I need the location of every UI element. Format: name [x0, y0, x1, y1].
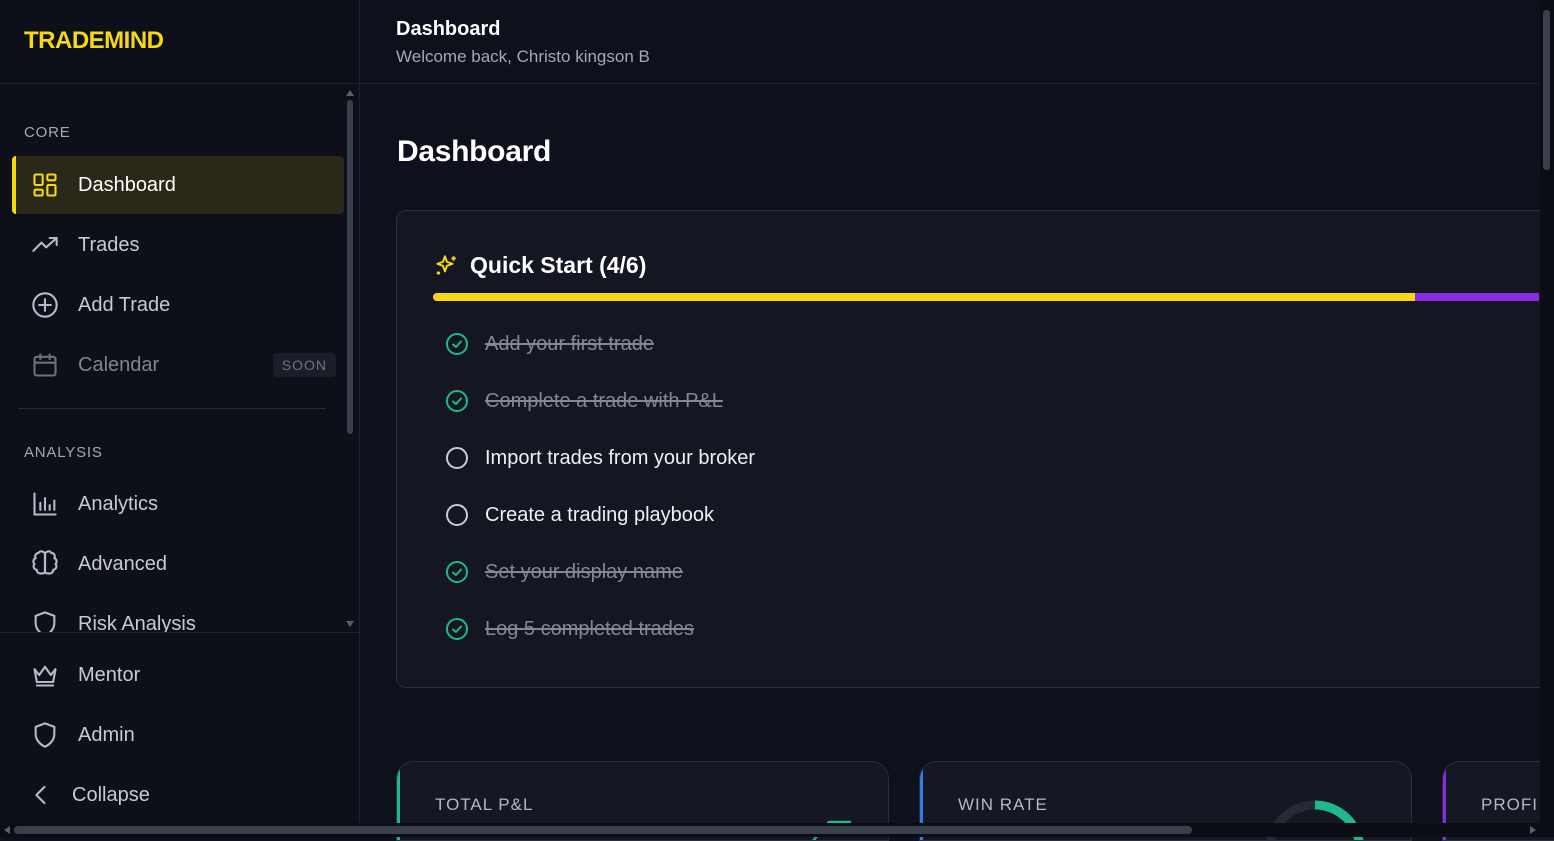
calendar-icon: [30, 350, 60, 380]
sidebar-item-trades[interactable]: Trades: [12, 216, 344, 274]
shield-icon: [30, 609, 60, 632]
header-title: Dashboard: [396, 18, 501, 40]
trending-up-icon: [30, 230, 60, 260]
sidebar-item-label: Advanced: [78, 552, 167, 575]
check-circle-icon[interactable]: [445, 332, 469, 356]
horizontal-scrollbar-thumb[interactable]: [14, 826, 1192, 834]
quick-start-task[interactable]: Create a trading playbook: [445, 503, 714, 527]
scroll-up-arrow-icon[interactable]: [346, 90, 354, 96]
crown-icon: [30, 660, 60, 690]
section-label-core: CORE: [24, 124, 71, 141]
quick-start-title: Quick Start (4/6): [470, 252, 647, 278]
quick-start-task[interactable]: Complete a trade with P&L: [445, 389, 723, 413]
plus-circle-icon: [30, 290, 60, 320]
sidebar-item-label: Admin: [78, 723, 135, 746]
divider: [0, 632, 359, 633]
sidebar-item-calendar[interactable]: Calendar SOON: [12, 336, 344, 394]
sidebar-item-add-trade[interactable]: Add Trade: [12, 276, 344, 334]
sidebar-item-label: Dashboard: [78, 173, 176, 196]
bar-chart-icon: [30, 489, 60, 519]
sidebar: TRADEMIND CORE Dashboard Trades Add Trad…: [0, 0, 360, 837]
collapse-button[interactable]: Collapse: [12, 766, 344, 824]
page-title: Dashboard: [397, 135, 551, 168]
main-vertical-scrollbar-thumb[interactable]: [1543, 10, 1550, 170]
brain-icon: [30, 549, 60, 579]
section-label-analysis: ANALYSIS: [24, 444, 103, 461]
sidebar-item-label: Risk Analysis: [78, 612, 196, 633]
layout-grid-icon: [30, 170, 60, 200]
sidebar-item-admin[interactable]: Admin: [12, 706, 344, 764]
quick-start-task[interactable]: Set your display name: [445, 560, 683, 584]
top-header: Dashboard Welcome back, Christo kingson …: [360, 0, 1540, 84]
chevron-left-icon: [26, 780, 56, 810]
circle-icon[interactable]: [445, 503, 469, 527]
scroll-down-arrow-icon[interactable]: [346, 621, 354, 627]
task-label: Import trades from your broker: [485, 446, 756, 469]
sidebar-item-analytics[interactable]: Analytics: [12, 475, 344, 533]
collapse-label: Collapse: [72, 783, 150, 806]
sidebar-item-label: Add Trade: [78, 293, 171, 316]
stat-label: TOTAL P&L: [435, 795, 534, 814]
check-circle-icon[interactable]: [445, 389, 469, 413]
quick-start-card: Quick Start (4/6) Add your first trade Co…: [396, 210, 1554, 688]
sidebar-scrollbar-thumb[interactable]: [347, 100, 353, 434]
task-label: Add your first trade: [485, 332, 654, 355]
sidebar-item-risk-analysis[interactable]: Risk Analysis: [12, 595, 344, 632]
quick-start-task[interactable]: Import trades from your broker: [445, 446, 755, 470]
task-label: Log 5 completed trades: [485, 617, 695, 640]
quick-start-progress: [433, 293, 1539, 301]
shield-icon: [30, 720, 60, 750]
nav-divider: [18, 408, 326, 409]
quick-start-task[interactable]: Add your first trade: [445, 332, 654, 356]
circle-icon[interactable]: [445, 446, 469, 470]
sidebar-nav[interactable]: CORE Dashboard Trades Add Trade Calendar: [0, 84, 359, 632]
scroll-right-arrow-icon[interactable]: [1530, 826, 1536, 834]
sidebar-item-label: Analytics: [78, 492, 159, 515]
sidebar-item-label: Trades: [78, 233, 140, 256]
task-label: Complete a trade with P&L: [485, 389, 723, 412]
task-label: Create a trading playbook: [485, 503, 715, 526]
check-circle-icon[interactable]: [445, 560, 469, 584]
sidebar-item-label: Mentor: [78, 663, 141, 686]
welcome-message: Welcome back, Christo kingson B: [396, 47, 650, 66]
stat-label: WIN RATE: [958, 795, 1048, 814]
quick-start-progress-fill: [433, 293, 1416, 301]
sparkles-icon: [433, 253, 459, 279]
sidebar-item-dashboard[interactable]: Dashboard: [12, 156, 344, 214]
quick-start-task[interactable]: Log 5 completed trades: [445, 617, 694, 641]
soon-badge: SOON: [272, 353, 336, 377]
sidebar-item-mentor[interactable]: Mentor: [12, 646, 344, 704]
scroll-left-arrow-icon[interactable]: [4, 826, 10, 834]
stat-label: PROFI: [1481, 795, 1538, 814]
task-label: Set your display name: [485, 560, 683, 583]
sidebar-item-label: Calendar: [78, 353, 160, 376]
check-circle-icon[interactable]: [445, 617, 469, 641]
brand-logo[interactable]: TRADEMIND: [24, 27, 164, 55]
sidebar-item-advanced[interactable]: Advanced: [12, 535, 344, 593]
